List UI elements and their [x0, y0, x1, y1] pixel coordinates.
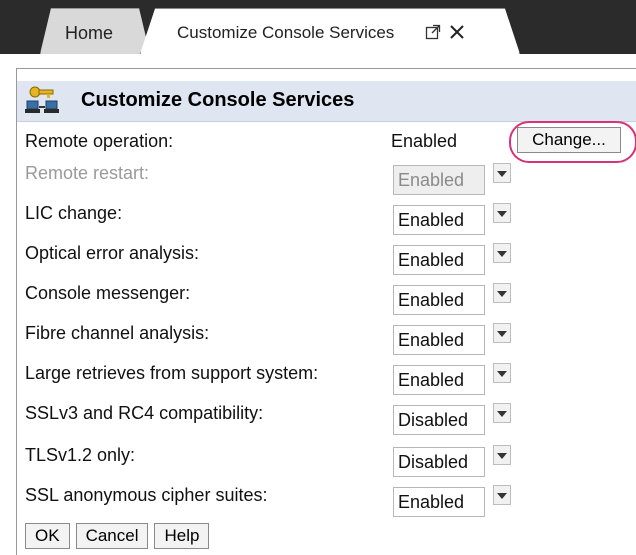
- row-sslv3-rc4: SSLv3 and RC4 compatibility: Disabled: [25, 401, 625, 435]
- tab-home[interactable]: Home: [40, 8, 150, 54]
- setting-label: Remote restart:: [25, 163, 150, 183]
- row-large-retrieves: Large retrieves from support system: Ena…: [25, 361, 625, 395]
- console-services-panel: Customize Console Services Remote operat…: [16, 68, 636, 555]
- setting-label: Large retrieves from support system:: [25, 363, 319, 383]
- cancel-button[interactable]: Cancel: [75, 523, 149, 549]
- row-lic-change: LIC change: Enabled: [25, 201, 625, 235]
- setting-label: Console messenger:: [25, 283, 191, 303]
- close-icon[interactable]: [447, 21, 467, 43]
- chevron-down-icon[interactable]: [493, 403, 511, 423]
- chevron-down-icon[interactable]: [493, 283, 511, 303]
- tab-customize-console-services[interactable]: Customize Console Services: [140, 8, 520, 54]
- panel-title: Customize Console Services: [81, 89, 355, 111]
- chevron-down-icon: [493, 163, 511, 183]
- row-remote-restart: Remote restart: Enabled: [25, 161, 625, 195]
- chevron-down-icon[interactable]: [493, 323, 511, 343]
- row-optical-error-analysis: Optical error analysis: Enabled: [25, 241, 625, 275]
- setting-select[interactable]: Enabled: [393, 487, 485, 517]
- footer-buttons: OK Cancel Help: [25, 523, 210, 549]
- remote-operation-label: Remote operation:: [25, 131, 174, 151]
- panel-titlebar: Customize Console Services: [17, 81, 636, 122]
- tab-actions: [423, 21, 467, 43]
- tab-home-label: Home: [65, 23, 114, 43]
- setting-select[interactable]: Enabled: [393, 325, 485, 355]
- tab-active-label: Customize Console Services: [177, 23, 395, 42]
- setting-select[interactable]: Enabled: [393, 205, 485, 235]
- setting-label: Fibre channel analysis:: [25, 323, 210, 343]
- remote-operation-value: Enabled: [391, 131, 458, 151]
- setting-select[interactable]: Enabled: [393, 365, 485, 395]
- setting-label: Optical error analysis:: [25, 243, 200, 263]
- chevron-down-icon[interactable]: [493, 485, 511, 505]
- setting-label: TLSv1.2 only:: [25, 445, 136, 465]
- chevron-down-icon[interactable]: [493, 203, 511, 223]
- row-ssl-anonymous-cipher: SSL anonymous cipher suites: Enabled: [25, 483, 625, 517]
- popout-icon[interactable]: [423, 21, 443, 43]
- chevron-down-icon[interactable]: [493, 445, 511, 465]
- setting-select[interactable]: Enabled: [393, 285, 485, 315]
- setting-select[interactable]: Disabled: [393, 447, 485, 477]
- row-console-messenger: Console messenger: Enabled: [25, 281, 625, 315]
- setting-select[interactable]: Enabled: [393, 245, 485, 275]
- console-services-key-icon: [25, 85, 59, 117]
- row-fibre-channel-analysis: Fibre channel analysis: Enabled: [25, 321, 625, 355]
- setting-label: SSLv3 and RC4 compatibility:: [25, 403, 264, 423]
- chevron-down-icon[interactable]: [493, 363, 511, 383]
- setting-select[interactable]: Disabled: [393, 405, 485, 435]
- chevron-down-icon[interactable]: [493, 243, 511, 263]
- ok-button[interactable]: OK: [25, 523, 70, 549]
- change-button[interactable]: Change...: [517, 127, 621, 153]
- setting-select: Enabled: [393, 165, 485, 195]
- row-remote-operation: Remote operation: Enabled Change...: [25, 121, 636, 163]
- setting-label: LIC change:: [25, 203, 123, 223]
- tab-strip: Home Customize Console Services: [0, 0, 636, 54]
- help-button[interactable]: Help: [154, 523, 210, 549]
- setting-label: SSL anonymous cipher suites:: [25, 485, 268, 505]
- row-tlsv12-only: TLSv1.2 only: Disabled: [25, 443, 625, 477]
